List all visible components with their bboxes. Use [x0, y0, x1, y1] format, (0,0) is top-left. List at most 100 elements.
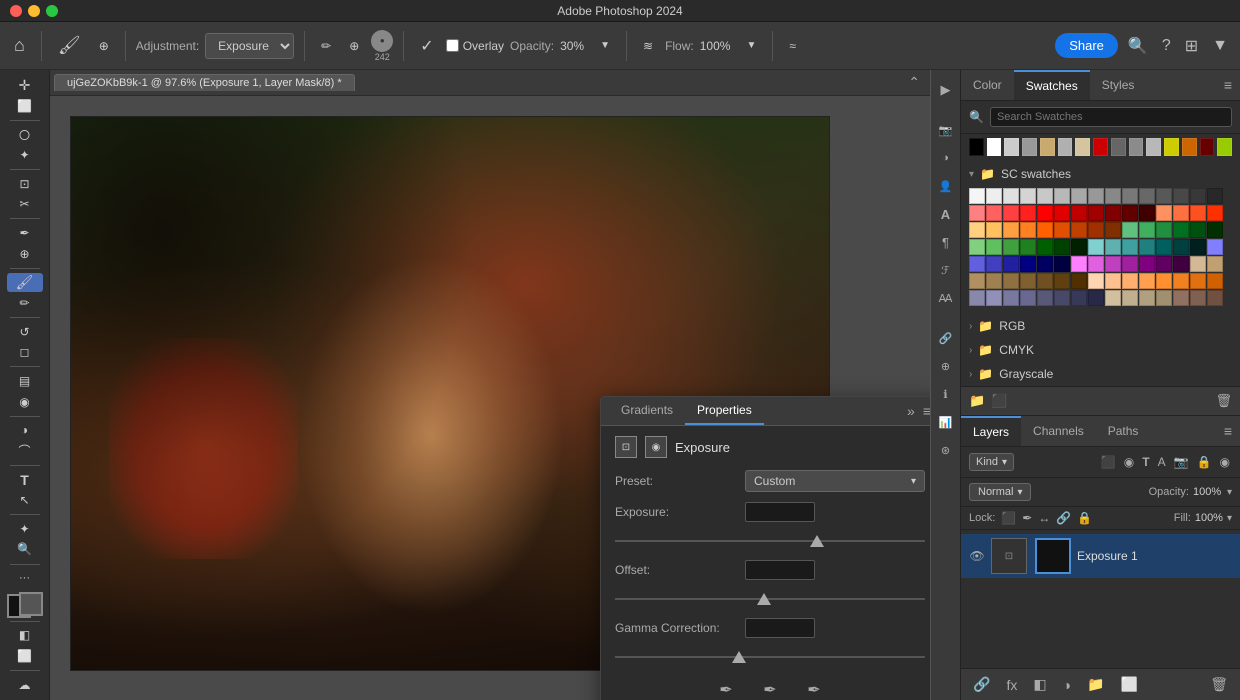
sc-swatch-color[interactable]: [1088, 222, 1104, 238]
zoom-tool[interactable]: 🔍: [7, 540, 43, 558]
group-layer-btn[interactable]: 📁: [1083, 674, 1108, 695]
sc-swatch-color[interactable]: [1054, 256, 1070, 272]
sc-swatch-color[interactable]: [1088, 239, 1104, 255]
layers-menu-btn[interactable]: ≡: [1216, 417, 1240, 445]
basic-color-swatch[interactable]: [1146, 138, 1161, 156]
adjustments-button[interactable]: ◑: [934, 146, 958, 170]
eyedropper-tool[interactable]: ✒: [7, 224, 43, 242]
sc-swatch-color[interactable]: [1156, 222, 1172, 238]
gamma-input[interactable]: 1.00: [745, 618, 815, 638]
path-selection-tool[interactable]: ↖: [7, 491, 43, 509]
sc-swatch-color[interactable]: [1190, 256, 1206, 272]
basic-color-swatch[interactable]: [1075, 138, 1090, 156]
smart-btn[interactable]: Ꜳ: [934, 286, 958, 310]
healing-tool[interactable]: ⊕: [7, 244, 43, 262]
new-group-btn[interactable]: 📁: [969, 393, 985, 409]
sc-swatch-color[interactable]: [1207, 273, 1223, 289]
basic-color-swatch[interactable]: [1200, 138, 1215, 156]
sc-swatch-color[interactable]: [1088, 256, 1104, 272]
sc-swatch-color[interactable]: [969, 205, 985, 221]
magic-wand-tool[interactable]: ✦: [7, 146, 43, 164]
basic-color-swatch[interactable]: [1164, 138, 1179, 156]
canvas-tab[interactable]: ujGeZOKbB9k-1 @ 97.6% (Exposure 1, Layer…: [54, 74, 355, 91]
sc-swatch-color[interactable]: [1088, 290, 1104, 306]
smoothing-button[interactable]: ≋: [637, 35, 659, 57]
layers-kind-dropdown[interactable]: Kind ▾: [969, 453, 1014, 471]
adjustment-dropdown[interactable]: Exposure: [205, 33, 294, 59]
properties-menu-btn[interactable]: ≡: [923, 403, 930, 419]
sc-swatch-color[interactable]: [1105, 205, 1121, 221]
sc-swatch-color[interactable]: [1088, 273, 1104, 289]
more-button[interactable]: ▼: [1208, 33, 1232, 59]
sc-swatch-color[interactable]: [1139, 273, 1155, 289]
eraser-tool[interactable]: ◻: [7, 343, 43, 361]
brush-tool-button[interactable]: 🖌: [52, 31, 87, 60]
sc-swatch-color[interactable]: [1173, 256, 1189, 272]
layers-filter-shape[interactable]: A: [1156, 453, 1168, 471]
sc-swatch-color[interactable]: [1190, 188, 1206, 204]
sc-swatch-color[interactable]: [969, 256, 985, 272]
new-btn[interactable]: ⊕: [934, 354, 958, 378]
sc-swatch-color[interactable]: [1190, 205, 1206, 221]
lasso-tool[interactable]: 〇: [7, 125, 43, 143]
sc-swatch-color[interactable]: [1088, 205, 1104, 221]
sc-swatch-color[interactable]: [1173, 222, 1189, 238]
sc-swatch-color[interactable]: [1037, 188, 1053, 204]
sc-swatch-color[interactable]: [1173, 273, 1189, 289]
extra-tool-btn[interactable]: ≈: [783, 35, 802, 57]
sc-swatch-color[interactable]: [986, 222, 1002, 238]
sc-swatch-color[interactable]: [1173, 188, 1189, 204]
tab-gradients[interactable]: Gradients: [609, 397, 685, 425]
sc-swatch-color[interactable]: [969, 290, 985, 306]
rgb-group[interactable]: › 📁 RGB: [961, 314, 1240, 338]
sc-swatch-color[interactable]: [1020, 205, 1036, 221]
tab-paths[interactable]: Paths: [1096, 417, 1151, 445]
sc-swatches-header[interactable]: ▾ 📁 SC swatches: [969, 164, 1232, 184]
smart2-btn[interactable]: ⊛: [934, 438, 958, 462]
gamma-slider[interactable]: [615, 648, 925, 666]
preset-dropdown[interactable]: Custom ▾: [745, 470, 925, 492]
sc-swatch-color[interactable]: [1020, 188, 1036, 204]
sc-swatch-color[interactable]: [1139, 239, 1155, 255]
sc-swatch-color[interactable]: [1122, 239, 1138, 255]
basic-color-swatch[interactable]: [987, 138, 1002, 156]
sc-swatch-color[interactable]: [1122, 188, 1138, 204]
layers-mode-dropdown[interactable]: Normal ▾: [969, 483, 1031, 501]
sc-swatch-color[interactable]: [1105, 239, 1121, 255]
sc-swatch-color[interactable]: [1139, 222, 1155, 238]
sc-swatch-color[interactable]: [1207, 239, 1223, 255]
sc-swatch-color[interactable]: [1156, 256, 1172, 272]
sc-swatch-color[interactable]: [1190, 273, 1206, 289]
sc-swatch-color[interactable]: [1071, 290, 1087, 306]
sc-swatch-color[interactable]: [1071, 188, 1087, 204]
sc-swatch-color[interactable]: [1054, 222, 1070, 238]
sc-swatch-color[interactable]: [1003, 273, 1019, 289]
adj-layer-btn[interactable]: ◑: [1059, 675, 1075, 695]
minimize-button[interactable]: [28, 5, 40, 17]
sc-swatch-color[interactable]: [1156, 239, 1172, 255]
swatches-menu-btn[interactable]: ≡: [1216, 71, 1240, 99]
more-tools[interactable]: ···: [7, 569, 43, 587]
sc-swatch-color[interactable]: [1037, 222, 1053, 238]
eyedrop-white-button[interactable]: ✒: [800, 676, 828, 700]
sc-swatch-color[interactable]: [1122, 256, 1138, 272]
opacity-dropdown-btn[interactable]: ▼: [594, 36, 616, 55]
layers-filter-type[interactable]: T: [1140, 453, 1151, 471]
sc-swatch-color[interactable]: [1071, 256, 1087, 272]
sc-swatch-color[interactable]: [1071, 222, 1087, 238]
sc-swatch-color[interactable]: [1207, 256, 1223, 272]
sc-swatch-color[interactable]: [1105, 222, 1121, 238]
layer-visibility-exposure1[interactable]: 👁: [969, 548, 985, 564]
gradient-tool[interactable]: ▤: [7, 372, 43, 390]
link-layers-btn[interactable]: 🔗: [969, 674, 994, 695]
sc-swatch-color[interactable]: [1105, 273, 1121, 289]
lock-icon-artboard[interactable]: 🔗: [1056, 511, 1071, 525]
sc-swatch-color[interactable]: [1105, 290, 1121, 306]
sc-swatch-color[interactable]: [1173, 290, 1189, 306]
tab-channels[interactable]: Channels: [1021, 417, 1096, 445]
sc-swatch-color[interactable]: [1139, 205, 1155, 221]
close-button[interactable]: [10, 5, 22, 17]
sc-swatch-color[interactable]: [969, 222, 985, 238]
slice-tool[interactable]: ✂: [7, 195, 43, 213]
background-color[interactable]: [19, 592, 43, 616]
